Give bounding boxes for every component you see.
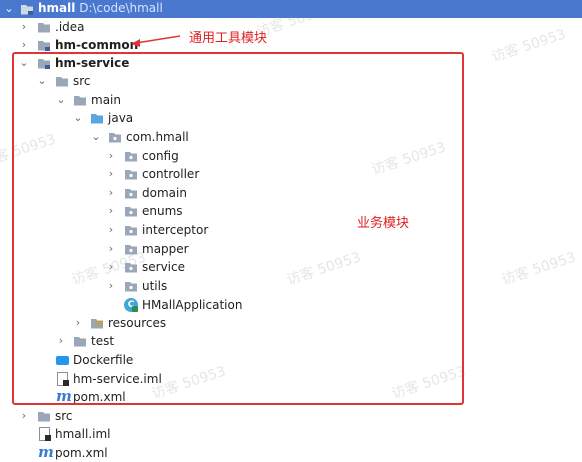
common-module-annotation: 通用工具模块 — [189, 31, 268, 46]
annotation-arrow — [131, 35, 181, 47]
service-module-annotation: 业务模块 — [357, 216, 410, 231]
